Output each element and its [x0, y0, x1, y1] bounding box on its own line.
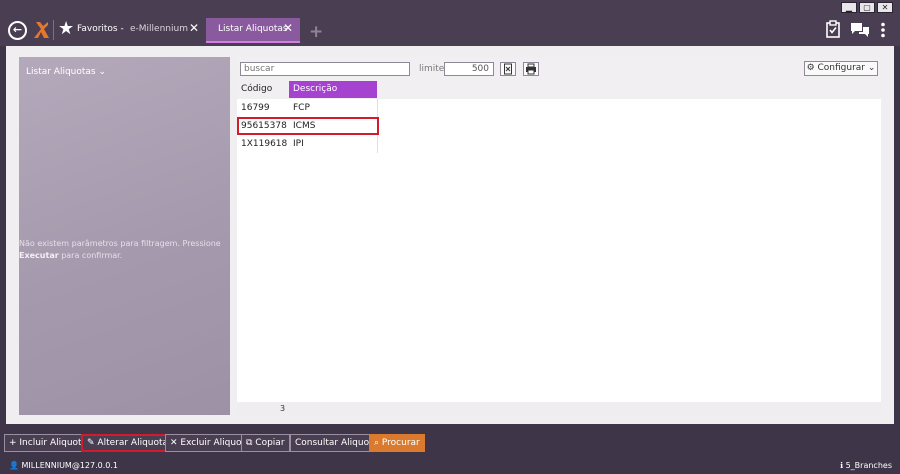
tab-listar-aliquotas-label: Listar Aliquotas — [218, 24, 288, 34]
new-tab-plus-icon[interactable]: + — [309, 23, 323, 41]
branch-status: ℹ 5_Branches — [840, 461, 892, 470]
search-input[interactable] — [240, 62, 410, 76]
info-icon: ℹ — [840, 461, 844, 470]
clipboard-check-icon[interactable] — [826, 20, 840, 38]
export-file-icon — [504, 63, 512, 75]
cell-codigo: 1X119618 — [241, 139, 288, 149]
minimize-button[interactable]: ▁ — [841, 2, 857, 13]
close-tab-icon[interactable]: ✕ — [189, 21, 199, 35]
chat-bubbles-icon[interactable] — [850, 22, 870, 38]
gear-icon: ⚙ — [806, 63, 818, 73]
copy-icon: ⧉ — [246, 438, 256, 448]
copiar-button[interactable]: ⧉ Copiar — [241, 434, 290, 452]
chevron-down-icon: ⌄ — [865, 63, 876, 73]
window-controls: ▁ ▢ ✕ — [841, 2, 893, 13]
configurar-button[interactable]: ⚙ Configurar ⌄ — [804, 61, 878, 76]
close-icon: ✕ — [170, 438, 181, 448]
printer-icon — [526, 63, 536, 75]
print-button[interactable] — [523, 62, 539, 76]
toolbar-separator — [53, 20, 54, 40]
export-excel-button[interactable] — [500, 62, 516, 76]
results-panel: limite: 500 ⚙ Configurar ⌄ Código Descri… — [237, 57, 881, 415]
empty-filter-message: Não existem parâmetros para filtragem. P… — [19, 239, 221, 260]
back-arrow-icon[interactable]: ← — [8, 21, 27, 40]
more-vertical-icon[interactable] — [880, 22, 886, 38]
title-bar — [0, 0, 900, 46]
edit-icon: ✎ — [87, 438, 98, 448]
star-icon[interactable]: ★ — [58, 18, 74, 40]
alterar-aliquota-button[interactable]: ✎ Alterar Aliquota — [81, 434, 175, 452]
table-footer: 3 — [237, 402, 881, 415]
column-header-codigo[interactable]: Código — [237, 81, 289, 98]
status-bar: 👤 MILLENNIUM@127.0.0.1 ℹ 5_Branches — [0, 458, 900, 474]
plus-icon: + — [9, 438, 20, 448]
active-tab-indicator — [206, 41, 300, 43]
action-bar: + Incluir Aliquota ✎ Alterar Aliquota ✕ … — [0, 432, 900, 454]
chevron-down-icon: ⌄ — [98, 67, 107, 77]
table-row[interactable]: 1X119618 IPI — [237, 135, 379, 153]
procurar-button[interactable]: ⌕ Procurar — [369, 434, 425, 452]
incluir-aliquota-button[interactable]: + Incluir Aliquota — [4, 434, 93, 452]
cell-codigo: 16799 — [241, 103, 270, 113]
table-row[interactable]: 16799 FCP — [237, 99, 379, 117]
record-count: 3 — [280, 404, 286, 413]
close-tab-icon[interactable]: ✕ — [283, 21, 293, 35]
cell-descricao: FCP — [293, 103, 310, 113]
column-header-descricao[interactable]: Descrição — [289, 81, 377, 98]
user-status: 👤 MILLENNIUM@127.0.0.1 — [9, 461, 118, 470]
app-logo-icon — [34, 22, 49, 38]
cell-descricao: IPI — [293, 139, 304, 149]
maximize-button[interactable]: ▢ — [859, 2, 875, 13]
row-highlight-box — [237, 117, 379, 135]
filter-panel: Listar Aliquotas ⌄ Não existem parâmetro… — [19, 57, 230, 415]
limite-input[interactable]: 500 — [444, 62, 494, 76]
tab-emillennium[interactable]: e-Millennium — [130, 24, 188, 34]
favorites-menu[interactable]: Favoritos - — [77, 24, 124, 34]
filter-panel-title[interactable]: Listar Aliquotas ⌄ — [26, 67, 106, 77]
search-icon: ⌕ — [374, 438, 382, 448]
user-icon: 👤 — [9, 461, 19, 470]
close-window-button[interactable]: ✕ — [877, 2, 893, 13]
